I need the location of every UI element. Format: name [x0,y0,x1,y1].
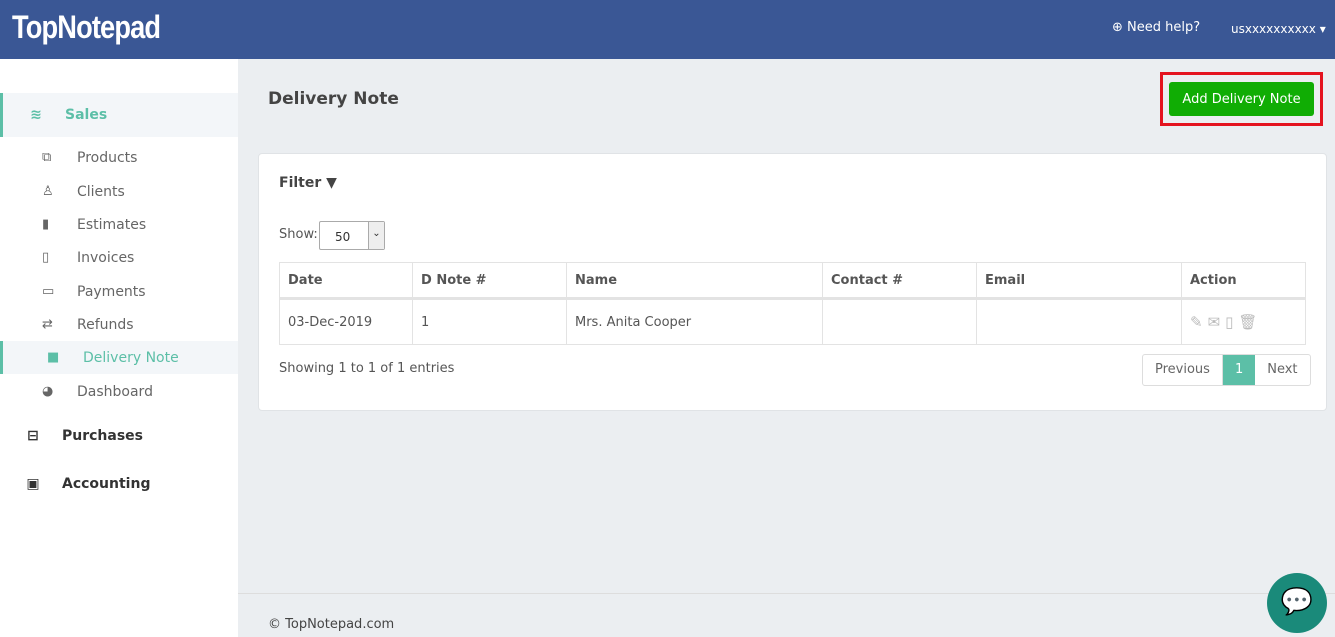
sidebar: ≋ Sales ⧉ Products ♙ Clients ▮ Estimates ▯ In… [0,59,238,637]
sidebar-section-accounting[interactable]: ▣ Accounting [0,462,238,506]
exchange-icon: ⇄ [42,317,53,332]
sidebar-section-sales[interactable]: ≋ Sales [0,93,238,137]
cubes-icon: ⧉ [42,150,52,165]
label: Sales [65,107,108,123]
layers-icon: ≋ [30,107,42,123]
previous-button[interactable]: Previous [1143,355,1223,385]
cell-number: 1 [412,298,567,345]
username: usxxxxxxxxxx [1231,22,1316,36]
col-date[interactable]: Date [279,262,413,300]
show-label: Show: [279,227,318,242]
cell-date: 03-Dec-2019 [279,298,413,345]
pagination: Previous 1 Next [1142,354,1311,386]
table-row: 03-Dec-2019 1 Mrs. Anita Cooper ✎ ✉ ▯ 🗑 [279,298,1306,345]
page-size-value: 50 [335,230,351,244]
need-help-link[interactable]: ⊕ Need help? [1112,20,1200,35]
label: Accounting [62,476,151,492]
label: Refunds [77,316,134,333]
minus-square-icon: ⊟ [27,428,39,444]
filter-label: Filter [279,175,322,191]
label: Products [77,149,138,166]
sidebar-item-invoices[interactable]: ▯ Invoices [0,241,238,274]
delivery-note-panel: Filter ▼ Show: 50 ⌄ Date D Note # Name Co… [258,153,1327,411]
caret-down-icon: ▾ [1319,22,1326,36]
col-number[interactable]: D Note # [412,262,567,300]
label: Delivery Note [83,349,179,366]
truck-icon: ■ [47,350,60,365]
help-label: Need help? [1127,20,1201,35]
pencil-icon[interactable]: ✎ [1190,313,1203,331]
label: Dashboard [77,383,153,400]
sidebar-item-refunds[interactable]: ⇄ Refunds [0,308,238,341]
add-delivery-note-button[interactable]: Add Delivery Note [1169,82,1314,116]
next-button[interactable]: Next [1255,355,1309,385]
envelope-icon[interactable]: ✉ [1208,313,1221,331]
sidebar-section-purchases[interactable]: ⊟ Purchases [0,414,238,458]
label: Estimates [77,216,147,233]
user-menu[interactable]: usxxxxxxxxxx ▾ [1231,22,1326,36]
entries-info: Showing 1 to 1 of 1 entries [279,361,455,376]
file-icon: ▮ [42,217,50,232]
pdf-icon[interactable]: ▯ [1225,313,1233,331]
user-icon: ♙ [42,184,54,199]
logo[interactable]: TopNotepad [12,9,161,46]
filter-toggle[interactable]: Filter ▼ [279,175,337,191]
col-action: Action [1181,262,1306,300]
label: Clients [77,183,125,200]
page-size-select[interactable]: 50 ⌄ [319,221,385,250]
sidebar-item-dashboard[interactable]: ◕ Dashboard [0,375,238,408]
sidebar-item-payments[interactable]: ▭ Payments [0,275,238,308]
sidebar-item-products[interactable]: ⧉ Products [0,141,238,174]
col-name[interactable]: Name [566,262,823,300]
chevron-down-icon: ⌄ [368,222,384,249]
label: Purchases [62,428,144,444]
page-title: Delivery Note [268,89,399,109]
delivery-notes-table: Date D Note # Name Contact # Email Actio… [279,262,1306,345]
col-email[interactable]: Email [976,262,1182,300]
table-header: Date D Note # Name Contact # Email Actio… [279,262,1306,300]
sidebar-item-estimates[interactable]: ▮ Estimates [0,208,238,241]
cell-contact [822,298,977,345]
footer: © TopNotepad.com [238,593,1335,637]
label: Payments [77,283,146,300]
filter-icon: ▼ [326,175,337,191]
trash-icon[interactable]: 🗑 [1238,313,1257,331]
cell-name: Mrs. Anita Cooper [566,298,823,345]
page-1-button[interactable]: 1 [1222,355,1256,385]
sidebar-item-clients[interactable]: ♙ Clients [0,175,238,208]
lifebuoy-icon: ⊕ [1112,20,1123,35]
col-contact[interactable]: Contact # [822,262,977,300]
top-bar: TopNotepad ⊕ Need help? usxxxxxxxxxx ▾ [0,0,1335,59]
chat-icon[interactable]: 💬 [1267,573,1327,633]
cell-actions: ✎ ✉ ▯ 🗑 [1181,298,1306,345]
sidebar-item-delivery-note[interactable]: ■ Delivery Note [0,341,238,374]
label: Invoices [77,249,135,266]
bar-chart-icon: ▣ [26,476,40,492]
file-outline-icon: ▯ [42,250,50,265]
cell-email [976,298,1182,345]
dashboard-icon: ◕ [42,384,54,399]
credit-card-icon: ▭ [42,284,55,299]
